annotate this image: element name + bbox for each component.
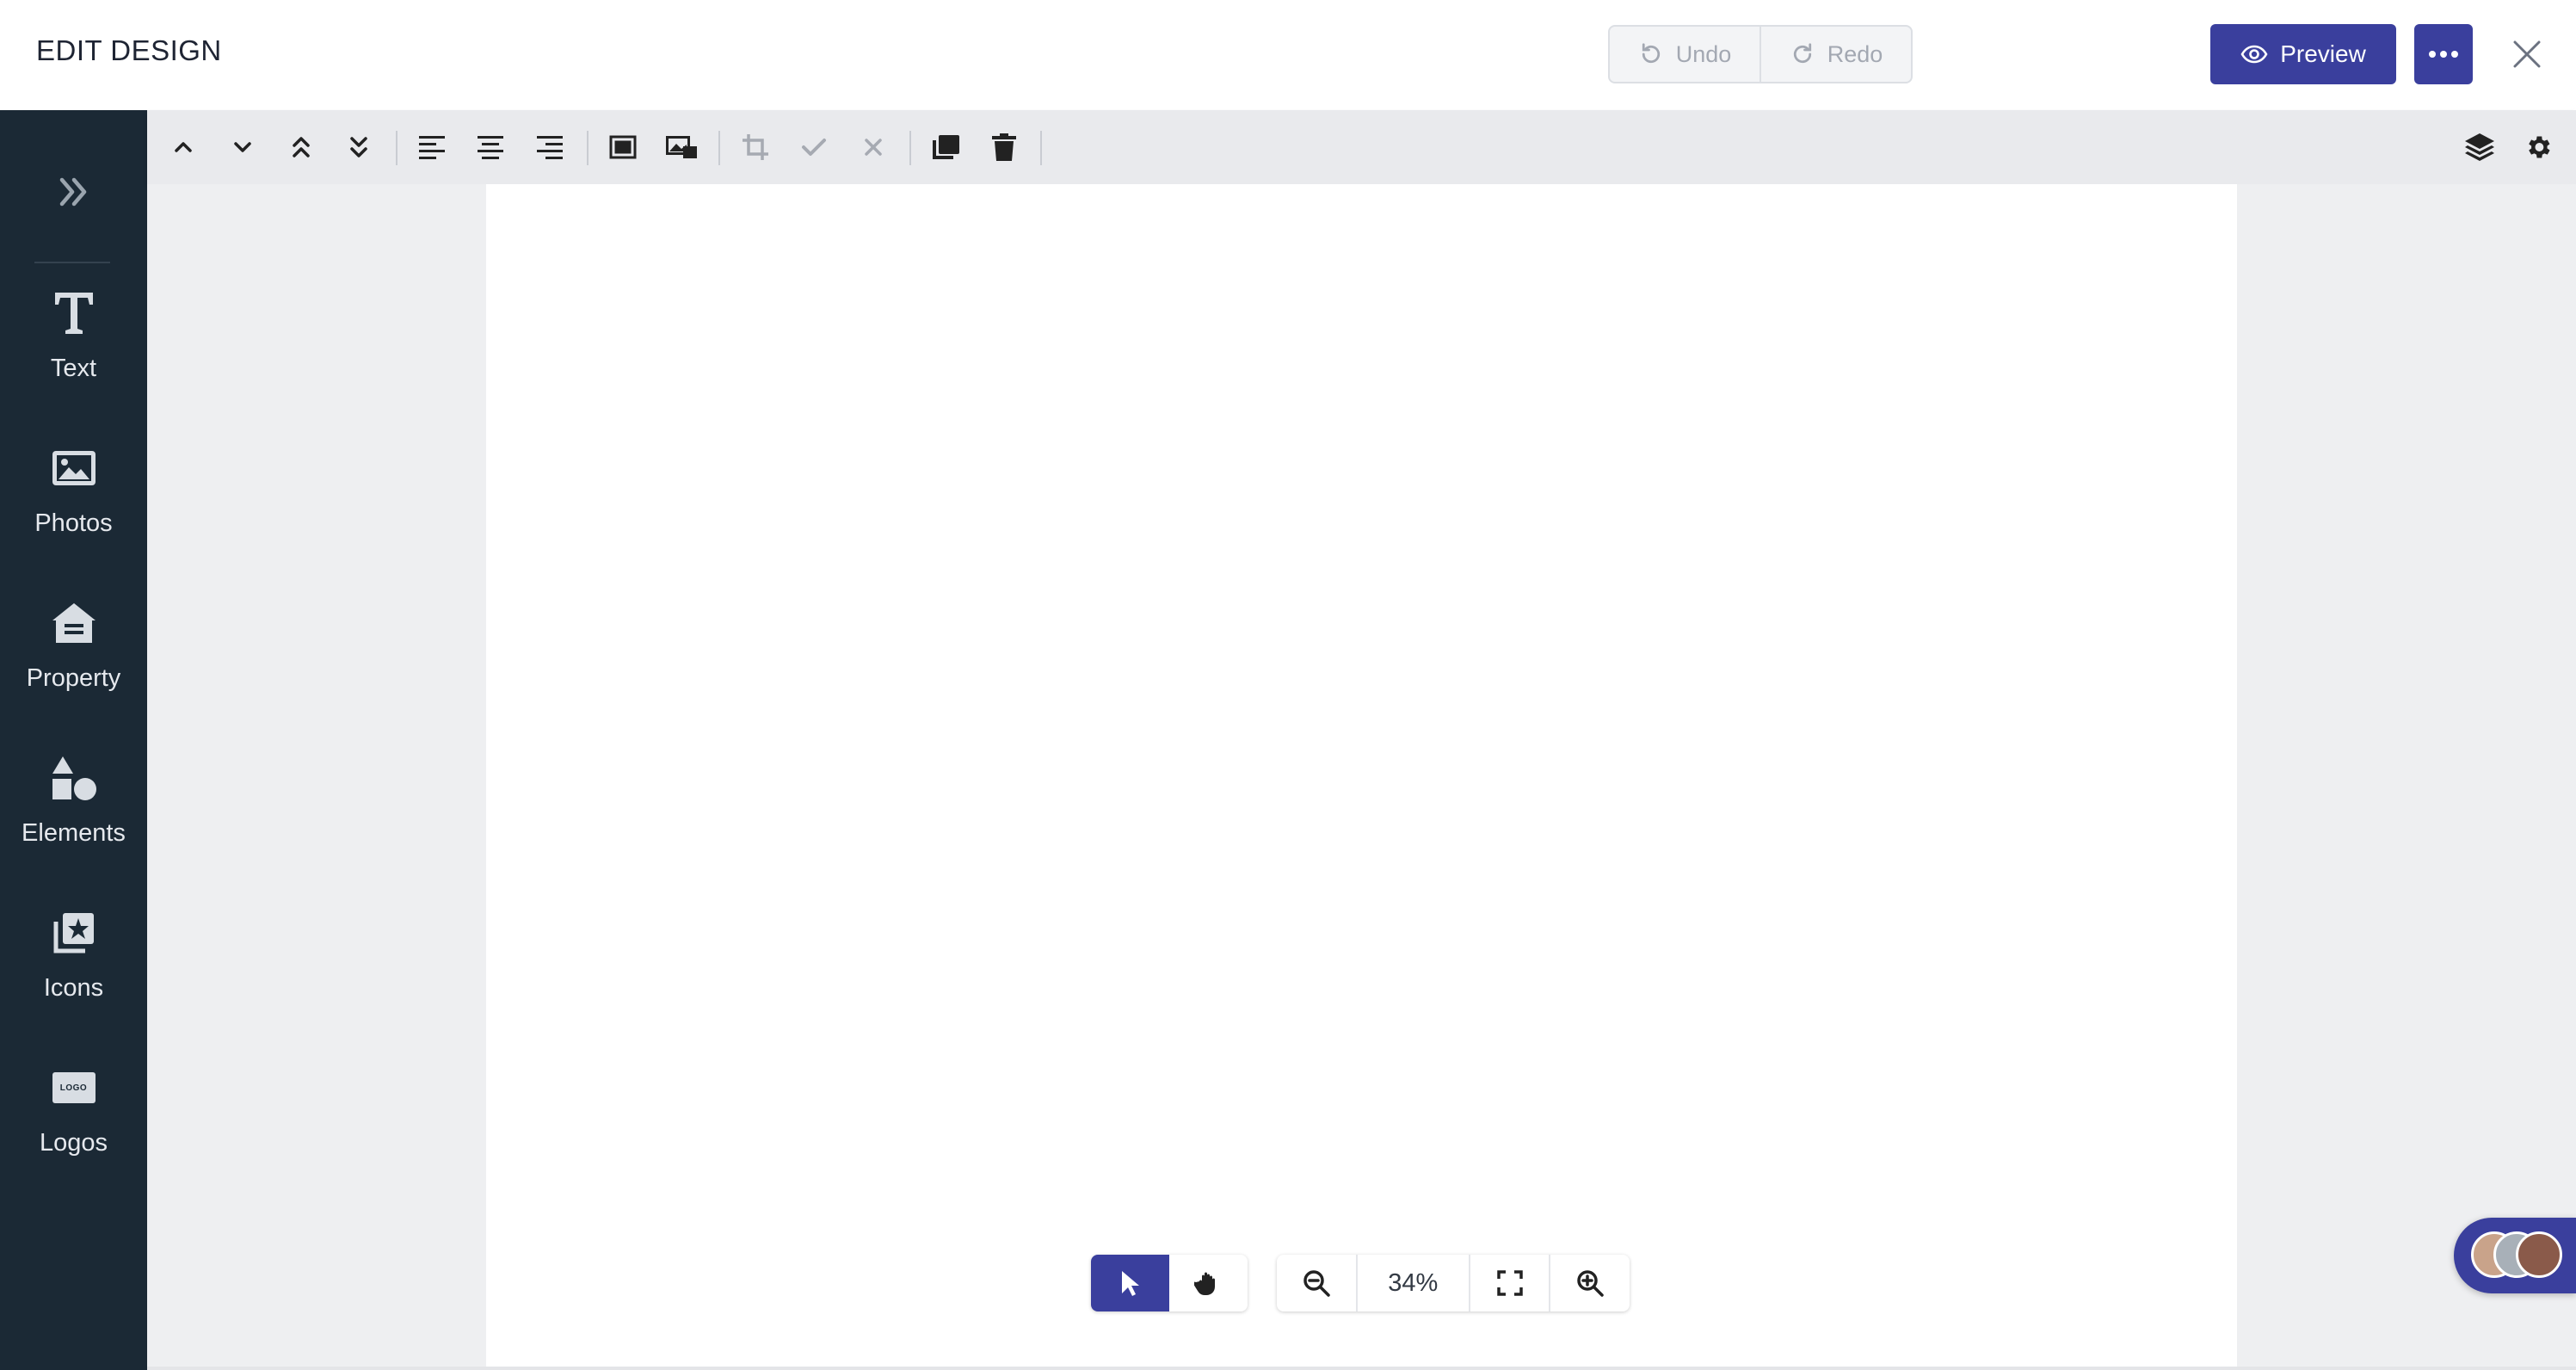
settings-button[interactable] bbox=[2518, 127, 2558, 167]
star-collection-icon bbox=[53, 913, 94, 953]
canvas-workspace[interactable] bbox=[147, 184, 2576, 1370]
toolbar-divider bbox=[587, 131, 589, 165]
delete-button[interactable] bbox=[984, 127, 1024, 167]
pan-tool-button[interactable] bbox=[1169, 1255, 1248, 1311]
close-button[interactable] bbox=[2505, 33, 2548, 76]
toolbar-divider bbox=[718, 131, 720, 165]
zoom-out-button[interactable] bbox=[1277, 1255, 1356, 1311]
chevron-up-icon bbox=[175, 142, 192, 152]
align-left-icon bbox=[419, 136, 445, 159]
fit-frame-icon bbox=[609, 135, 637, 159]
eye-icon bbox=[2240, 45, 2268, 64]
layers-icon bbox=[2465, 133, 2494, 161]
zoom-level: 34% bbox=[1355, 1255, 1469, 1311]
preview-button[interactable]: Preview bbox=[2210, 24, 2396, 84]
chevron-down-icon bbox=[234, 142, 251, 152]
design-artboard[interactable] bbox=[486, 184, 2237, 1370]
more-options-button[interactable] bbox=[2414, 24, 2473, 84]
align-right-button[interactable] bbox=[530, 127, 570, 167]
page-title: EDIT DESIGN bbox=[36, 34, 222, 66]
move-up-button[interactable] bbox=[163, 127, 203, 167]
send-to-back-button[interactable] bbox=[339, 127, 379, 167]
close-icon bbox=[2513, 40, 2541, 68]
cancel-crop-button[interactable] bbox=[854, 127, 893, 167]
history-controls: Undo Redo bbox=[1608, 25, 1913, 83]
toolbar-divider bbox=[1040, 131, 1042, 165]
bring-to-front-button[interactable] bbox=[281, 127, 321, 167]
zoom-out-icon bbox=[1303, 1270, 1330, 1297]
sidebar-item-label: Property bbox=[26, 664, 121, 692]
support-chat-widget[interactable] bbox=[2454, 1218, 2576, 1293]
house-icon bbox=[52, 603, 96, 643]
toolbar-divider bbox=[909, 131, 911, 165]
sidebar-item-icons[interactable]: Icons bbox=[0, 898, 147, 1028]
editor-toolbar bbox=[147, 110, 2576, 185]
select-tool-button[interactable] bbox=[1091, 1255, 1169, 1311]
undo-icon bbox=[1642, 43, 1660, 64]
sidebar-item-photos[interactable]: Photos bbox=[0, 434, 147, 563]
move-down-button[interactable] bbox=[223, 127, 262, 167]
sidebar-item-label: Logos bbox=[39, 1129, 108, 1157]
replace-image-icon bbox=[666, 136, 697, 158]
replace-image-button[interactable] bbox=[662, 127, 701, 167]
duplicate-icon bbox=[933, 135, 959, 159]
toolbar-divider bbox=[396, 131, 397, 165]
sidebar-item-label: Elements bbox=[22, 819, 126, 847]
align-center-icon bbox=[478, 136, 503, 159]
fit-to-frame-button[interactable] bbox=[603, 127, 643, 167]
redo-label: Redo bbox=[1827, 40, 1883, 67]
apply-crop-button[interactable] bbox=[794, 127, 834, 167]
bottom-border bbox=[147, 1367, 2576, 1370]
sidebar-item-elements[interactable]: Elements bbox=[0, 744, 147, 873]
expand-sidebar-button[interactable] bbox=[0, 162, 147, 222]
align-center-button[interactable] bbox=[471, 127, 510, 167]
checkmark-icon bbox=[802, 139, 826, 156]
sidebar-divider bbox=[34, 262, 110, 263]
sidebar-item-text[interactable]: Text bbox=[0, 279, 147, 408]
crop-button[interactable] bbox=[736, 127, 775, 167]
text-icon bbox=[54, 293, 93, 334]
sidebar-item-label: Photos bbox=[34, 509, 113, 537]
logo-icon-text: LOGO bbox=[59, 1083, 88, 1093]
sidebar-item-property[interactable]: Property bbox=[0, 589, 147, 718]
avatar bbox=[2516, 1231, 2562, 1278]
sidebar-item-logos[interactable]: LOGO Logos bbox=[0, 1053, 147, 1182]
double-chevron-down-icon bbox=[350, 137, 367, 157]
zoom-in-button[interactable] bbox=[1549, 1255, 1630, 1311]
canvas-mode-toggle bbox=[1091, 1255, 1248, 1311]
more-dots-icon bbox=[2429, 51, 2458, 58]
layers-button[interactable] bbox=[2460, 127, 2499, 167]
duplicate-button[interactable] bbox=[926, 127, 965, 167]
shapes-icon bbox=[52, 756, 96, 800]
undo-button[interactable]: Undo bbox=[1610, 27, 1759, 82]
photo-icon bbox=[52, 451, 96, 485]
double-chevron-right-icon bbox=[59, 177, 86, 207]
zoom-in-icon bbox=[1577, 1270, 1604, 1297]
zoom-controls: 34% bbox=[1277, 1255, 1630, 1311]
crop-icon bbox=[743, 134, 768, 160]
sidebar-item-label: Text bbox=[50, 355, 97, 382]
align-right-icon bbox=[537, 136, 563, 159]
preview-label: Preview bbox=[2280, 40, 2366, 67]
hand-icon bbox=[1193, 1272, 1215, 1295]
logo-icon: LOGO bbox=[52, 1072, 96, 1103]
sidebar-item-label: Icons bbox=[43, 974, 104, 1002]
align-left-button[interactable] bbox=[412, 127, 452, 167]
expand-icon bbox=[1496, 1270, 1523, 1296]
pointer-icon bbox=[1121, 1271, 1139, 1296]
redo-button[interactable]: Redo bbox=[1759, 27, 1911, 82]
double-chevron-up-icon bbox=[293, 137, 310, 157]
gear-icon bbox=[2529, 136, 2550, 158]
x-icon bbox=[865, 139, 882, 156]
redo-icon bbox=[1793, 43, 1811, 64]
sidebar: Text Photos Property Elements Icons LOGO… bbox=[0, 110, 147, 1370]
header: EDIT DESIGN Undo Redo Preview bbox=[0, 0, 2576, 110]
undo-label: Undo bbox=[1675, 40, 1732, 67]
fit-screen-button[interactable] bbox=[1468, 1255, 1550, 1311]
trash-icon bbox=[992, 133, 1016, 161]
